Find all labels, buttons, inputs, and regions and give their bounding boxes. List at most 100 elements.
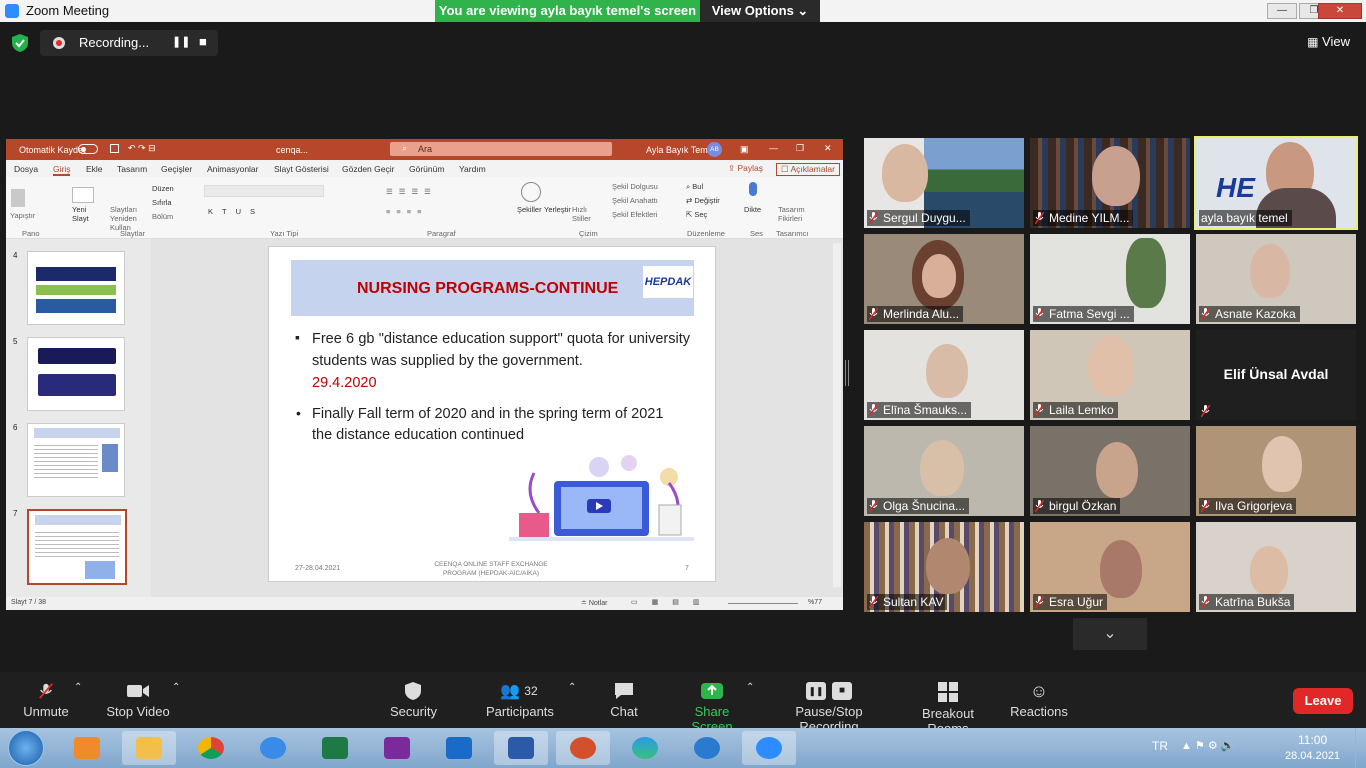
slide-thumbnail-4[interactable] (27, 251, 125, 325)
new-slide-label[interactable]: Yeni Slayt (72, 205, 94, 223)
find-button[interactable]: ⌕ Bul (686, 182, 703, 192)
participant-tile[interactable]: Elīna Šmauks... (864, 330, 1024, 420)
participant-tile[interactable]: Ilva Grigorjeva (1196, 426, 1356, 516)
reuse-slides-label[interactable]: Slaytları Yeniden Kullan (110, 205, 150, 232)
new-slide-icon[interactable] (72, 187, 94, 203)
shape-effects-button[interactable]: Şekil Efektleri (612, 210, 657, 219)
panel-resize-handle[interactable] (845, 360, 849, 386)
breakout-rooms-button[interactable]: Breakout Rooms (902, 672, 994, 736)
participant-tile[interactable]: Katrīna Bukša (1196, 522, 1356, 612)
slide-thumbnail-5[interactable] (27, 337, 125, 411)
leave-meeting-button[interactable]: Leave (1293, 688, 1353, 714)
reset-button[interactable]: Sıfırla (152, 198, 172, 207)
gallery-next-page-chevron-icon[interactable]: ⌄ (1073, 618, 1147, 650)
select-button[interactable]: ⇱ Seç (686, 210, 707, 219)
notes-button[interactable]: ≐ Notlar (581, 599, 608, 607)
tab-gozden-gecir[interactable]: Gözden Geçir (342, 164, 394, 174)
taskbar-powerpoint-icon[interactable] (556, 731, 610, 765)
unmute-button[interactable]: Unmute (20, 672, 72, 719)
taskbar-media-player-icon[interactable] (60, 731, 114, 765)
taskbar-word-icon[interactable] (494, 731, 548, 765)
paragraph-buttons[interactable]: ☰☰☰☰ (386, 187, 437, 196)
pause-stop-recording-button[interactable]: ❚❚ ■ Pause/Stop Recording (768, 672, 890, 734)
taskbar-math-app-icon[interactable] (680, 731, 734, 765)
tab-dosya[interactable]: Dosya (14, 164, 38, 174)
tab-gorunum[interactable]: Görünüm (409, 164, 444, 174)
participant-tile[interactable]: Merlinda Alu... (864, 234, 1024, 324)
minimize-button[interactable]: — (1267, 3, 1297, 19)
reactions-button[interactable]: ☺ Reactions (1010, 672, 1068, 719)
layout-button[interactable]: Düzen (152, 184, 174, 193)
participants-caret[interactable]: ⌃ (568, 682, 576, 693)
clock-time[interactable]: 11:00 (1298, 733, 1327, 747)
participants-button[interactable]: 👥 32 Participants (486, 672, 554, 719)
audio-options-caret[interactable]: ⌃ (74, 682, 82, 693)
section-button[interactable]: Bölüm (152, 212, 173, 221)
input-language[interactable]: TR (1152, 739, 1168, 753)
view-options-button[interactable]: View Options ⌄ (700, 0, 820, 22)
ppt-restore-icon[interactable]: ❐ (796, 143, 804, 154)
show-desktop-button[interactable] (1355, 728, 1366, 768)
zoom-slider[interactable] (728, 603, 798, 604)
dictate-label[interactable]: Dikte (744, 205, 761, 214)
participant-tile[interactable]: Sultan KAV (864, 522, 1024, 612)
chat-button[interactable]: Chat (608, 672, 640, 719)
participant-tile[interactable]: Laila Lemko (1030, 330, 1190, 420)
taskbar-onenote-icon[interactable] (370, 731, 424, 765)
encryption-shield-icon[interactable] (12, 34, 28, 52)
comments-button[interactable]: ☐ Açıklamalar (776, 163, 840, 176)
participant-tile[interactable]: Asnate Kazoka (1196, 234, 1356, 324)
view-button[interactable]: ▦ View (1307, 34, 1350, 49)
taskbar-file-explorer-icon[interactable] (122, 731, 176, 765)
vertical-scrollbar[interactable] (833, 243, 841, 587)
stop-recording-button[interactable]: ■ (199, 34, 207, 49)
tab-tasarim[interactable]: Tasarım (117, 164, 147, 174)
autosave-toggle[interactable] (78, 144, 98, 154)
tab-yardim[interactable]: Yardım (459, 164, 486, 174)
participant-tile[interactable]: birgul Özkan (1030, 426, 1190, 516)
video-options-caret[interactable]: ⌃ (172, 682, 180, 693)
tab-slayt-gosterisi[interactable]: Slayt Gösterisi (274, 164, 329, 174)
undo-icon[interactable]: ↶ ↷ ⊟ (128, 143, 156, 154)
slide-thumbnail-6[interactable] (27, 423, 125, 497)
shape-fill-button[interactable]: Şekil Dolgusu (612, 182, 658, 191)
align-buttons[interactable]: ≡≡≡≡ (386, 207, 428, 216)
paste-icon[interactable] (11, 189, 25, 207)
shape-outline-button[interactable]: Şekil Anahattı (612, 196, 658, 205)
tray-icons[interactable]: ▲ ⚑ ⚙ 🔊 (1181, 739, 1234, 752)
ppt-minimize-icon[interactable]: — (769, 143, 778, 153)
shapes-label[interactable]: Şekiller (517, 205, 542, 214)
participant-tile[interactable]: Esra Uğur (1030, 522, 1190, 612)
paste-label[interactable]: Yapıştır (10, 211, 35, 220)
close-button[interactable]: ✕ (1318, 3, 1362, 19)
shapes-icon[interactable] (521, 182, 541, 202)
tab-gecisler[interactable]: Geçişler (161, 164, 192, 174)
save-icon[interactable] (110, 144, 119, 153)
clock-date[interactable]: 28.04.2021 (1285, 750, 1340, 762)
view-mode-buttons[interactable]: ▭▦▤▥ (631, 598, 713, 606)
taskbar-outlook-icon[interactable] (432, 731, 486, 765)
participant-tile-active-speaker[interactable]: HE ayla bayık temel (1194, 136, 1358, 230)
participant-tile[interactable]: Sergul Duygu... (864, 138, 1024, 228)
start-button-windows-icon[interactable] (8, 730, 44, 766)
ribbon-display-icon[interactable]: ▣ (740, 144, 749, 155)
quick-styles-label[interactable]: Hızlı Stiller (572, 205, 592, 223)
taskbar-edge-icon[interactable] (618, 731, 672, 765)
stop-video-button[interactable]: Stop Video (104, 672, 172, 719)
share-options-caret[interactable]: ⌃ (746, 682, 754, 693)
participant-tile[interactable]: Fatma Sevgi ... (1030, 234, 1190, 324)
share-screen-button[interactable]: Share Screen (676, 672, 748, 734)
taskbar-zoom-icon[interactable] (742, 731, 796, 765)
user-avatar[interactable]: AB (707, 142, 722, 157)
taskbar-chrome-icon[interactable] (184, 731, 238, 765)
dictate-icon[interactable] (749, 182, 757, 196)
font-format-buttons[interactable]: KTUS (208, 207, 264, 216)
designer-label[interactable]: Tasarım Fikirleri (778, 205, 808, 223)
share-button[interactable]: ⇪ Paylaş (728, 163, 763, 174)
tab-ekle[interactable]: Ekle (86, 164, 103, 174)
replace-button[interactable]: ⇄ Değiştir (686, 196, 720, 205)
participant-tile[interactable]: Olga Šnucina... (864, 426, 1024, 516)
shared-screen-powerpoint[interactable]: Otomatik Kaydet ↶ ↷ ⊟ cenqa... ⌕ Ara Ayl… (6, 139, 843, 610)
current-slide[interactable]: NURSING PROGRAMS-CONTINUE HEPDAK ▪ Free … (268, 246, 716, 582)
taskbar-internet-explorer-icon[interactable] (246, 731, 300, 765)
